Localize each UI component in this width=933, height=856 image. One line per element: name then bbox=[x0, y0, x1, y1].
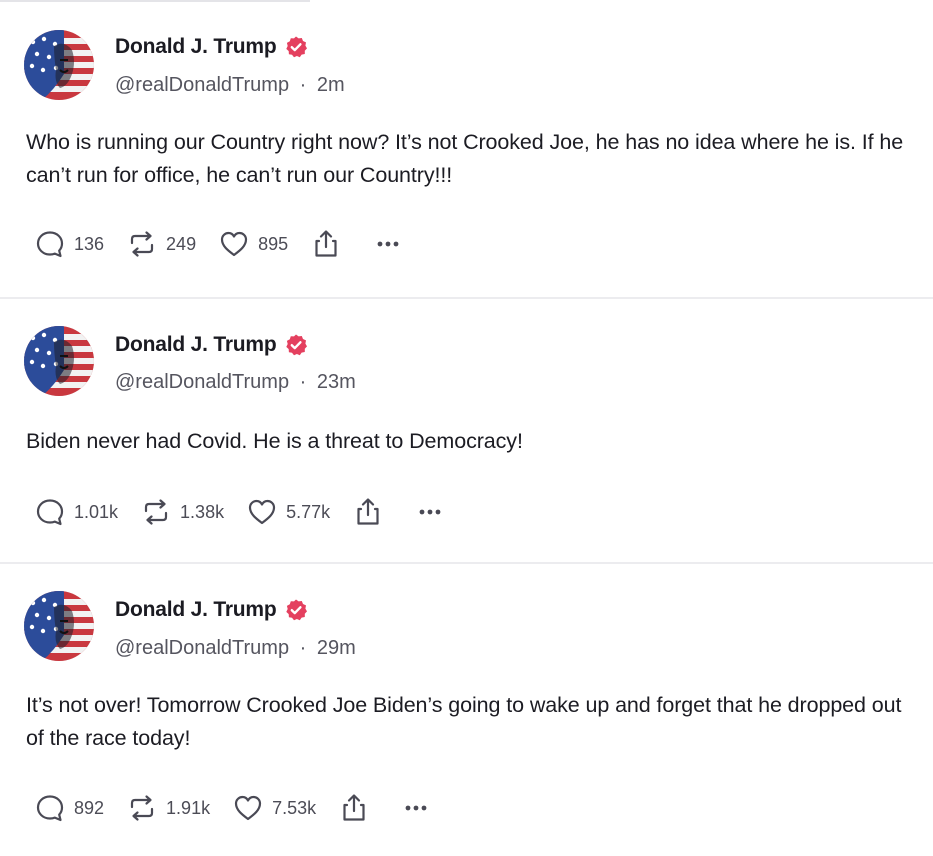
repost-button[interactable]: 1.91k bbox=[126, 792, 210, 824]
reply-button[interactable]: 1.01k bbox=[34, 496, 118, 528]
repost-count: 1.38k bbox=[180, 501, 225, 522]
like-button[interactable]: 895 bbox=[218, 228, 288, 260]
heart-icon bbox=[218, 228, 250, 260]
post-text: Biden never had Covid. He is a threat to… bbox=[26, 429, 523, 453]
ellipsis-icon bbox=[400, 792, 432, 824]
flag-face-avatar-image bbox=[24, 30, 94, 100]
handle-row: @realDonaldTrump · 23m bbox=[115, 369, 356, 395]
flag-face-avatar-image bbox=[24, 326, 94, 396]
author-row: Donald J. Trump bbox=[115, 331, 308, 359]
speech-bubble-icon bbox=[34, 496, 66, 528]
like-button[interactable]: 5.77k bbox=[246, 496, 330, 528]
like-count: 5.77k bbox=[286, 501, 331, 522]
more-options-button[interactable] bbox=[372, 228, 404, 260]
post[interactable]: Donald J. Trump @realDonaldTrump · 2m Wh… bbox=[0, 0, 933, 298]
verified-badge-icon bbox=[284, 333, 308, 357]
share-button[interactable] bbox=[310, 228, 342, 260]
share-button[interactable] bbox=[352, 496, 384, 528]
author-handle[interactable]: @realDonaldTrump bbox=[115, 371, 289, 393]
post-text: Who is running our Country right now? It… bbox=[26, 130, 904, 187]
more-options-button[interactable] bbox=[414, 496, 446, 528]
post-text: It’s not over! Tomorrow Crooked Joe Bide… bbox=[26, 693, 902, 750]
speech-bubble-icon bbox=[34, 228, 66, 260]
post[interactable]: Donald J. Trump @realDonaldTrump · 29m I… bbox=[0, 563, 933, 856]
post[interactable]: Donald J. Trump @realDonaldTrump · 23m B… bbox=[0, 298, 933, 563]
post-age[interactable]: 23m bbox=[317, 371, 356, 393]
share-upload-icon bbox=[352, 496, 384, 528]
verified-badge-icon bbox=[284, 35, 308, 59]
repost-arrows-icon bbox=[126, 792, 158, 824]
repost-count: 249 bbox=[166, 233, 197, 254]
reply-button[interactable]: 136 bbox=[34, 228, 104, 260]
author-handle[interactable]: @realDonaldTrump bbox=[115, 637, 289, 659]
share-button[interactable] bbox=[338, 792, 370, 824]
author-handle[interactable]: @realDonaldTrump bbox=[115, 74, 289, 96]
post-age[interactable]: 2m bbox=[317, 74, 345, 96]
repost-button[interactable]: 1.38k bbox=[140, 496, 224, 528]
post-actions: 892 1.91k 7.53k bbox=[34, 791, 454, 825]
handle-row: @realDonaldTrump · 29m bbox=[115, 635, 356, 661]
share-upload-icon bbox=[310, 228, 342, 260]
avatar[interactable] bbox=[24, 30, 94, 100]
post-actions: 136 249 895 bbox=[34, 227, 426, 261]
author-name[interactable]: Donald J. Trump bbox=[115, 598, 277, 622]
verified-badge-icon bbox=[284, 598, 308, 622]
reply-count: 1.01k bbox=[74, 501, 119, 522]
author-name[interactable]: Donald J. Trump bbox=[115, 333, 277, 357]
avatar[interactable] bbox=[24, 326, 94, 396]
speech-bubble-icon bbox=[34, 792, 66, 824]
reply-count: 892 bbox=[74, 797, 105, 818]
author-name[interactable]: Donald J. Trump bbox=[115, 35, 277, 59]
avatar[interactable] bbox=[24, 591, 94, 661]
like-count: 7.53k bbox=[272, 797, 317, 818]
post-actions: 1.01k 1.38k 5.77k bbox=[34, 495, 468, 529]
share-upload-icon bbox=[338, 792, 370, 824]
post-age[interactable]: 29m bbox=[317, 637, 356, 659]
reply-button[interactable]: 892 bbox=[34, 792, 104, 824]
ellipsis-icon bbox=[414, 496, 446, 528]
separator-dot: · bbox=[299, 637, 307, 659]
reply-count: 136 bbox=[74, 233, 105, 254]
separator-dot: · bbox=[299, 74, 307, 96]
repost-button[interactable]: 249 bbox=[126, 228, 196, 260]
repost-count: 1.91k bbox=[166, 797, 211, 818]
handle-row: @realDonaldTrump · 2m bbox=[115, 72, 345, 98]
heart-icon bbox=[232, 792, 264, 824]
like-button[interactable]: 7.53k bbox=[232, 792, 316, 824]
more-options-button[interactable] bbox=[400, 792, 432, 824]
separator-dot: · bbox=[299, 371, 307, 393]
repost-arrows-icon bbox=[140, 496, 172, 528]
flag-face-avatar-image bbox=[24, 591, 94, 661]
ellipsis-icon bbox=[372, 228, 404, 260]
author-row: Donald J. Trump bbox=[115, 33, 308, 61]
repost-arrows-icon bbox=[126, 228, 158, 260]
heart-icon bbox=[246, 496, 278, 528]
like-count: 895 bbox=[258, 233, 289, 254]
author-row: Donald J. Trump bbox=[115, 596, 308, 624]
